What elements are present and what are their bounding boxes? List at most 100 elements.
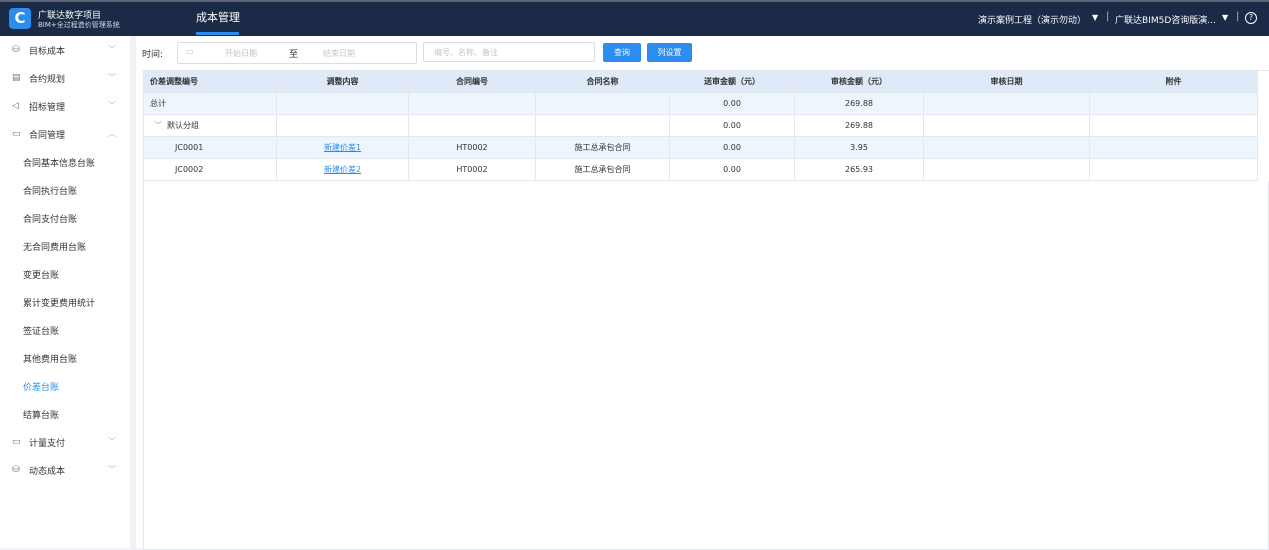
contract-name: 施工总承包合同 (536, 159, 670, 180)
table-cell (277, 93, 409, 114)
sidebar-item-label: 变更台账 (23, 271, 60, 281)
attachment (1090, 159, 1257, 180)
sidebar-menu-dynamic-cost[interactable]: ⛁ 动态成本 ﹀ (0, 456, 130, 484)
approved-amount: 3.95 (795, 137, 924, 158)
company-selector[interactable]: 广联达BIM5D咨询版演... (1115, 13, 1216, 26)
price-diff-table: 价差调整编号 调整内容 合同编号 合同名称 送审金额（元） 审核金额（元） 审核… (143, 70, 1269, 550)
nav-tab-cost-management[interactable]: 成本管理 (196, 9, 240, 25)
briefcase-icon: ▭ (12, 437, 21, 447)
sidebar-menu-measurement-payment[interactable]: ▭ 计量支付 ﹀ (0, 428, 130, 456)
sidebar-item-label: 其他费用台账 (23, 355, 78, 365)
group-approved-amount: 269.88 (795, 115, 924, 136)
sidebar-menu-contract-management[interactable]: ▭ 合同管理 ︿ (0, 120, 130, 148)
group-toggle[interactable]: ﹀ 默认分组 (144, 115, 277, 136)
brand-subtitle: BIM+全过程造价管理系统 (38, 21, 120, 29)
sidebar-item-no-contract-fee[interactable]: 无合同费用台账 (0, 232, 130, 260)
sidebar-menu-label: 目标成本 (29, 47, 66, 57)
sidebar-item-other-fees[interactable]: 其他费用台账 (0, 344, 130, 372)
contract-name: 施工总承包合同 (536, 137, 670, 158)
approved-amount: 265.93 (795, 159, 924, 180)
total-submitted-amount: 0.00 (670, 93, 795, 114)
sidebar-item-label: 累计变更费用统计 (23, 299, 96, 309)
chevron-down-icon: ﹀ (108, 465, 116, 474)
contract-number: HT0002 (409, 137, 536, 158)
table-scrollbar[interactable] (1257, 71, 1269, 181)
price-diff-code: JC0001 (144, 137, 277, 158)
send-icon: ◁ (12, 101, 19, 111)
sidebar-item-settlement[interactable]: 结算台账 (0, 400, 130, 428)
table-row[interactable]: JC0002 新建价差2 HT0002 施工总承包合同 0.00 265.93 (144, 159, 1257, 181)
adjustment-content-link[interactable]: 新建价差1 (324, 143, 361, 152)
table-cell (1090, 93, 1257, 114)
table-cell (409, 115, 536, 136)
end-date-placeholder[interactable]: 结束日期 (323, 48, 355, 59)
price-diff-code: JC0002 (144, 159, 277, 180)
database-icon: ⛁ (12, 465, 20, 475)
time-filter-label: 时间: (142, 50, 164, 60)
table-total-row: 总计 0.00 269.88 (144, 93, 1257, 115)
chevron-down-icon: ﹀ (108, 45, 116, 54)
column-header[interactable]: 合同编号 (409, 71, 536, 92)
chevron-down-icon: ﹀ (108, 437, 116, 446)
logo-icon: C (9, 8, 31, 29)
sidebar-item-change-ledger[interactable]: 变更台账 (0, 260, 130, 288)
column-header[interactable]: 价差调整编号 (144, 71, 277, 92)
sidebar-item-contract-info[interactable]: 合同基本信息台账 (0, 148, 130, 176)
sidebar-menu-label: 合约规划 (29, 75, 66, 85)
table-cell (924, 93, 1090, 114)
sidebar-item-contract-payment[interactable]: 合同支付台账 (0, 204, 130, 232)
table-group-row[interactable]: ﹀ 默认分组 0.00 269.88 (144, 115, 1257, 137)
group-label: 默认分组 (167, 121, 199, 130)
sidebar-item-visa-ledger[interactable]: 签证台账 (0, 316, 130, 344)
sidebar-item-change-stats[interactable]: 累计变更费用统计 (0, 288, 130, 316)
column-settings-button[interactable]: 列设置 (647, 43, 692, 62)
table-cell (277, 115, 409, 136)
table-cell (409, 93, 536, 114)
column-header[interactable]: 附件 (1090, 71, 1257, 92)
table-header-row: 价差调整编号 调整内容 合同编号 合同名称 送审金额（元） 审核金额（元） 审核… (144, 71, 1257, 93)
adjustment-content-cell: 新建价差1 (277, 137, 409, 158)
column-header[interactable]: 合同名称 (536, 71, 670, 92)
query-button[interactable]: 查询 (603, 43, 641, 62)
start-date-placeholder[interactable]: 开始日期 (225, 48, 257, 59)
column-header[interactable]: 送审金额（元） (670, 71, 795, 92)
sidebar-item-label: 价差台账 (23, 383, 60, 393)
table-cell (536, 115, 670, 136)
approval-date (924, 159, 1090, 180)
sidebar-item-label: 无合同费用台账 (23, 243, 87, 253)
header-separator: | (1106, 11, 1110, 22)
nav-tab-underline (196, 32, 239, 35)
document-icon: ▤ (12, 73, 21, 83)
sidebar-menu-label: 合同管理 (29, 131, 66, 141)
sidebar-menu-label: 招标管理 (29, 103, 66, 113)
contract-number: HT0002 (409, 159, 536, 180)
submitted-amount: 0.00 (670, 137, 795, 158)
submitted-amount: 0.00 (670, 159, 795, 180)
sidebar-item-label: 合同支付台账 (23, 215, 78, 225)
briefcase-icon: ▭ (12, 129, 21, 139)
chevron-down-icon[interactable]: ﹀ (154, 121, 162, 130)
adjustment-content-cell: 新建价差2 (277, 159, 409, 180)
database-icon: ⛁ (12, 45, 20, 55)
sidebar-menu-contract-planning[interactable]: ▤ 合约规划 ﹀ (0, 64, 130, 92)
sidebar-item-label: 签证台账 (23, 327, 60, 337)
column-header[interactable]: 调整内容 (277, 71, 409, 92)
adjustment-content-link[interactable]: 新建价差2 (324, 165, 361, 174)
keyword-search-input[interactable] (423, 42, 595, 62)
project-selector[interactable]: 演示案例工程（演示勿动） (978, 13, 1086, 26)
help-icon[interactable]: ? (1245, 12, 1257, 24)
approval-date (924, 137, 1090, 158)
caret-down-icon[interactable]: ▼ (1092, 13, 1098, 22)
top-border (0, 0, 1269, 2)
caret-down-icon[interactable]: ▼ (1222, 13, 1228, 22)
sidebar-menu-bidding[interactable]: ◁ 招标管理 ﹀ (0, 92, 130, 120)
date-range-picker[interactable]: ▭ 开始日期 至 结束日期 (177, 42, 417, 64)
sidebar-item-price-diff[interactable]: 价差台账 (0, 372, 130, 400)
table-row[interactable]: JC0001 新建价差1 HT0002 施工总承包合同 0.00 3.95 (144, 137, 1257, 159)
column-header[interactable]: 审核日期 (924, 71, 1090, 92)
sidebar-item-contract-execution[interactable]: 合同执行台账 (0, 176, 130, 204)
sidebar-menu-target-cost[interactable]: ⛁ 目标成本 ﹀ (0, 36, 130, 64)
table-cell (536, 93, 670, 114)
column-header[interactable]: 审核金额（元） (795, 71, 924, 92)
sidebar-item-label: 合同基本信息台账 (23, 159, 96, 169)
